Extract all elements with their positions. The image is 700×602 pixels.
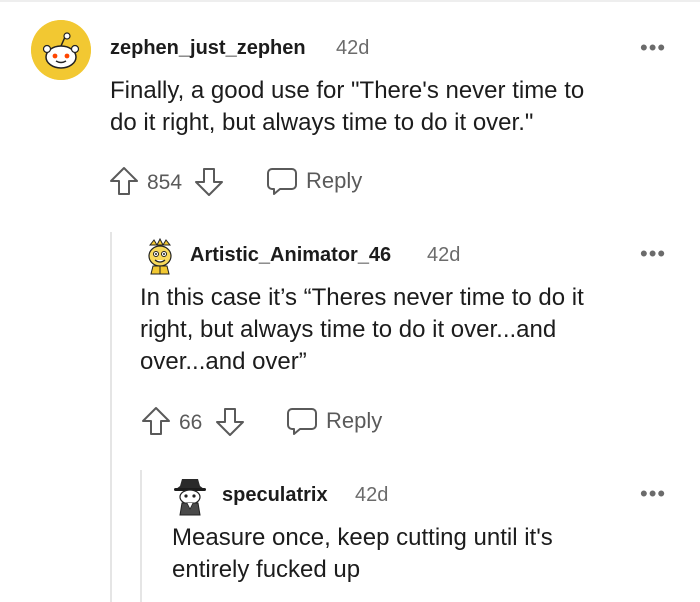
username[interactable]: Artistic_Animator_46	[190, 244, 391, 267]
avatar[interactable]	[142, 237, 178, 275]
comment-body: In this case it’s “Theres never time to …	[140, 282, 584, 378]
comment-timestamp: 42d	[336, 37, 370, 59]
character-avatar-icon	[148, 237, 172, 275]
upvote-arrow-icon[interactable]	[108, 165, 140, 197]
downvote-arrow-icon[interactable]	[214, 406, 246, 438]
comment-body-line: Finally, a good use for "There's never t…	[110, 77, 585, 104]
more-options-button[interactable]: •••	[640, 243, 666, 265]
comment-body-line: Measure once, keep cutting until it's	[172, 524, 553, 551]
avatar[interactable]	[172, 477, 208, 517]
username[interactable]: zephen_just_zephen	[110, 37, 306, 60]
comment-body-line: entirely fucked up	[172, 556, 361, 583]
snoo-avatar-icon	[31, 20, 91, 80]
thread-line-level-1[interactable]	[110, 232, 112, 602]
thread-line-level-2[interactable]	[140, 470, 142, 602]
comment-body-line: over...and over”	[140, 348, 307, 375]
comment-body-line: right, but always time to do it over...a…	[140, 316, 557, 343]
top-divider	[0, 0, 700, 2]
comment-timestamp: 42d	[355, 484, 389, 506]
comment-body-line: In this case it’s “Theres never time to …	[140, 284, 584, 311]
vote-score: 66	[179, 411, 203, 434]
username[interactable]: speculatrix	[222, 484, 328, 507]
comment-body: Measure once, keep cutting until it's en…	[172, 522, 553, 586]
comment-timestamp: 42d	[427, 244, 461, 266]
hat-character-avatar-icon	[174, 479, 206, 516]
more-options-button[interactable]: •••	[640, 37, 666, 59]
reply-label: Reply	[326, 408, 383, 433]
downvote-arrow-icon[interactable]	[193, 166, 225, 198]
upvote-arrow-icon[interactable]	[140, 405, 172, 437]
reply-label: Reply	[306, 168, 363, 193]
reply-button[interactable]: Reply	[286, 406, 382, 436]
comment-body-line: do it right, but always time to do it ov…	[110, 109, 534, 136]
avatar[interactable]	[31, 20, 91, 80]
more-options-button[interactable]: •••	[640, 483, 666, 505]
reply-button[interactable]: Reply	[266, 166, 362, 196]
vote-score: 854	[147, 171, 183, 194]
comment-bubble-icon	[287, 408, 317, 435]
comment-body: Finally, a good use for "There's never t…	[110, 75, 584, 139]
comment-bubble-icon	[267, 168, 297, 195]
